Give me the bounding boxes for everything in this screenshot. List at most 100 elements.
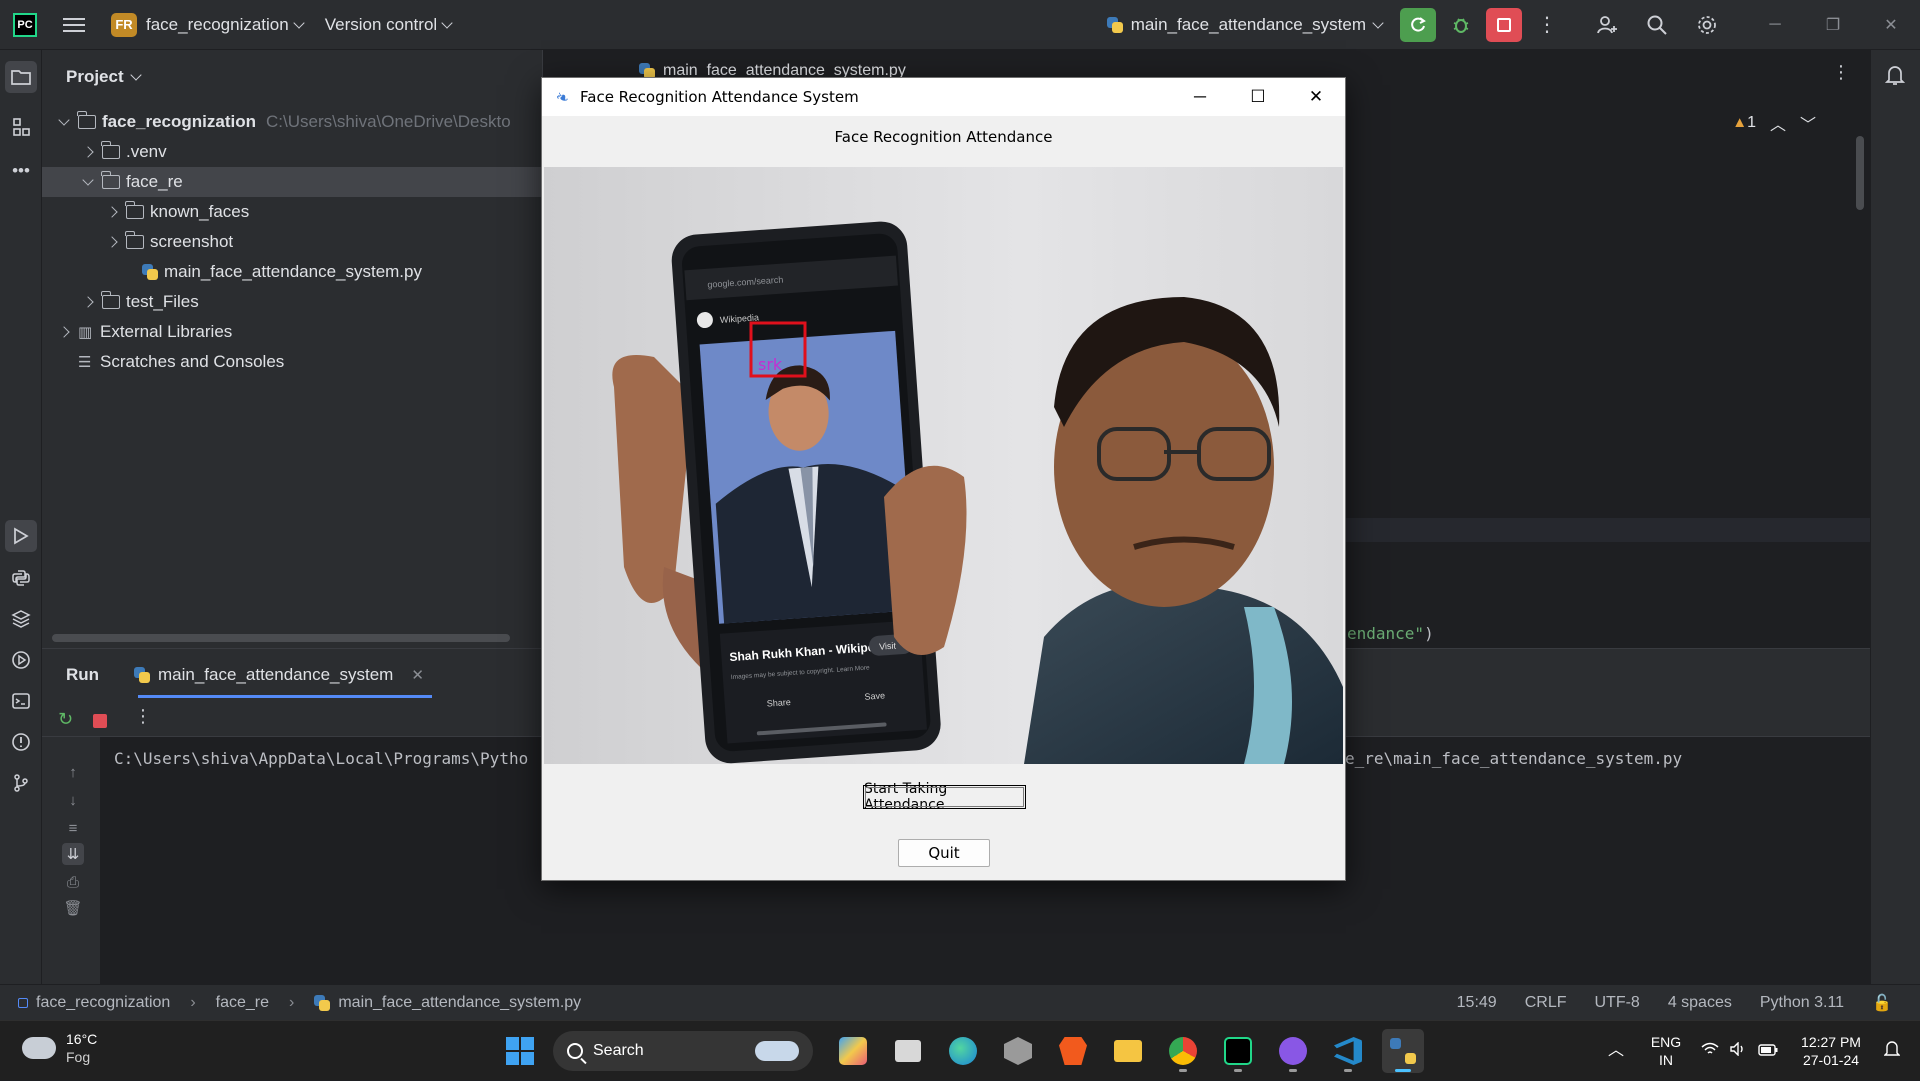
problems-icon[interactable] — [5, 726, 37, 758]
copilot-app-icon[interactable] — [832, 1029, 874, 1073]
stop-button[interactable] — [1486, 8, 1522, 42]
python-console-icon[interactable] — [5, 562, 37, 594]
notification-bell-icon[interactable] — [1872, 1040, 1912, 1062]
soft-wrap-icon[interactable]: ≡ — [62, 817, 84, 839]
indent-setting[interactable]: 4 spaces — [1668, 994, 1732, 1012]
run-tab[interactable]: main_face_attendance_system ✕ — [134, 665, 424, 685]
tree-item-main-file[interactable]: main_face_attendance_system.py — [42, 257, 542, 287]
taskbar-search[interactable]: Search — [553, 1031, 813, 1071]
line-separator[interactable]: CRLF — [1525, 994, 1567, 1012]
wifi-icon[interactable] — [1696, 1042, 1724, 1060]
settings-gear-icon[interactable] — [1682, 0, 1732, 50]
app-window-titlebar[interactable]: ❧ Face Recognition Attendance System ─ ☐… — [542, 78, 1345, 116]
start-attendance-button[interactable]: Start Taking Attendance — [863, 781, 1026, 813]
project-folder-icon[interactable] — [5, 61, 37, 93]
structure-icon[interactable] — [5, 111, 37, 143]
rerun-button[interactable] — [1400, 8, 1436, 42]
editor-more-icon[interactable]: ⋮ — [1832, 62, 1850, 83]
close-icon[interactable]: ✕ — [1287, 78, 1345, 116]
collapse-arrow-icon[interactable] — [58, 326, 70, 338]
scroll-to-end-icon[interactable]: ⇊ — [62, 843, 84, 865]
rerun-icon[interactable]: ↻ — [58, 709, 73, 730]
lock-icon[interactable]: 🔓 — [1872, 993, 1892, 1013]
git-icon[interactable] — [5, 767, 37, 799]
console-output-right[interactable]: e_re\main_face_attendance_system.py — [1345, 749, 1682, 768]
close-icon[interactable]: ✕ — [411, 666, 424, 684]
debug-button[interactable] — [1444, 8, 1478, 42]
close-icon[interactable]: ✕ — [1862, 0, 1920, 50]
editor-vertical-scrollbar[interactable] — [1856, 136, 1864, 210]
unity-app-icon[interactable] — [997, 1029, 1039, 1073]
file-encoding[interactable]: UTF-8 — [1594, 994, 1639, 1012]
code-line-fragment[interactable]: endance") — [1347, 624, 1434, 643]
scroll-up-icon[interactable]: ↑ — [62, 761, 84, 783]
tree-item-project-root[interactable]: face_recognization C:\Users\shiva\OneDri… — [42, 107, 542, 137]
project-horizontal-scrollbar[interactable] — [52, 634, 510, 642]
breadcrumb-item[interactable]: face_recognization — [36, 994, 170, 1012]
tree-item-screenshot[interactable]: screenshot — [42, 227, 542, 257]
chevron-down-icon[interactable]: ﹀ — [1800, 111, 1816, 135]
console-output-left[interactable]: C:\Users\shiva\AppData\Local\Programs\Py… — [114, 749, 528, 768]
tree-item-test-files[interactable]: test_Files — [42, 287, 542, 317]
python-interpreter[interactable]: Python 3.11 — [1760, 994, 1844, 1012]
breadcrumb-item[interactable]: face_re — [216, 994, 269, 1012]
caret-position[interactable]: 15:49 — [1457, 994, 1497, 1012]
tree-item-scratches[interactable]: ☰ Scratches and Consoles — [42, 347, 542, 377]
vscode-app-icon[interactable] — [1327, 1029, 1369, 1073]
main-menu-icon[interactable] — [63, 17, 85, 32]
expand-arrow-icon[interactable] — [82, 174, 94, 186]
project-badge[interactable]: FR — [111, 12, 137, 37]
add-user-icon[interactable] — [1582, 0, 1632, 50]
tree-item-label: Scratches and Consoles — [100, 352, 285, 371]
python-tk-app-icon[interactable] — [1382, 1029, 1424, 1073]
language-indicator[interactable]: ENG IN — [1636, 1033, 1696, 1069]
run-tool-icon[interactable] — [5, 520, 37, 552]
file-explorer-icon[interactable] — [1107, 1029, 1149, 1073]
clock[interactable]: 12:27 PM 27-01-24 — [1790, 1033, 1872, 1069]
volume-icon[interactable] — [1724, 1041, 1752, 1060]
collapse-arrow-icon[interactable] — [106, 206, 118, 218]
breadcrumb-item[interactable]: main_face_attendance_system.py — [338, 994, 581, 1012]
services-icon[interactable] — [5, 644, 37, 676]
pycharm-app-icon[interactable] — [1217, 1029, 1259, 1073]
tree-item-external-libraries[interactable]: ▥ External Libraries — [42, 317, 542, 347]
restore-icon[interactable]: ❐ — [1804, 0, 1862, 50]
stop-icon[interactable] — [93, 714, 107, 728]
weather-widget[interactable]: 16°C Fog — [22, 1030, 97, 1066]
more-tools-icon[interactable]: ••• — [5, 155, 37, 187]
more-actions-icon[interactable]: ⋮ — [1532, 15, 1562, 35]
print-icon[interactable]: ⎙ — [62, 871, 84, 893]
notifications-bell-icon[interactable] — [1884, 64, 1906, 92]
minimize-icon[interactable]: ─ — [1171, 78, 1229, 116]
tree-item-venv[interactable]: .venv — [42, 137, 542, 167]
task-view-icon[interactable] — [887, 1029, 929, 1073]
brave-browser-icon[interactable] — [1052, 1029, 1094, 1073]
collapse-arrow-icon[interactable] — [82, 296, 94, 308]
collapse-arrow-icon[interactable] — [82, 146, 94, 158]
more-actions-icon[interactable]: ⋮ — [134, 706, 152, 727]
minimize-icon[interactable]: ─ — [1746, 0, 1804, 50]
terminal-icon[interactable] — [5, 685, 37, 717]
quit-button[interactable]: Quit — [898, 839, 990, 867]
chevron-up-icon[interactable]: ︿ — [1770, 111, 1786, 135]
scroll-down-icon[interactable]: ↓ — [62, 789, 84, 811]
python-packages-icon[interactable] — [5, 603, 37, 635]
chrome-browser-icon[interactable] — [1162, 1029, 1204, 1073]
vcs-selector[interactable]: Version control — [325, 15, 453, 35]
run-config-selector[interactable]: main_face_attendance_system — [1106, 15, 1384, 35]
trash-icon[interactable]: 🗑 — [62, 897, 84, 919]
project-panel-header[interactable]: Project — [66, 67, 142, 87]
maximize-icon[interactable]: ☐ — [1229, 78, 1287, 116]
edge-browser-icon[interactable] — [942, 1029, 984, 1073]
collapse-arrow-icon[interactable] — [106, 236, 118, 248]
tree-item-face-re[interactable]: face_re — [42, 167, 542, 197]
github-desktop-icon[interactable] — [1272, 1029, 1314, 1073]
inspection-widget[interactable]: ▲1 ︿ ﹀ — [1732, 111, 1816, 135]
show-hidden-icons-chevron-icon[interactable]: ︿ — [1596, 1042, 1636, 1060]
tree-item-known-faces[interactable]: known_faces — [42, 197, 542, 227]
battery-icon[interactable] — [1752, 1042, 1784, 1060]
project-selector[interactable]: face_recognization — [146, 15, 305, 35]
expand-arrow-icon[interactable] — [58, 114, 70, 126]
windows-start-icon[interactable] — [500, 1031, 540, 1071]
search-icon[interactable] — [1632, 0, 1682, 50]
